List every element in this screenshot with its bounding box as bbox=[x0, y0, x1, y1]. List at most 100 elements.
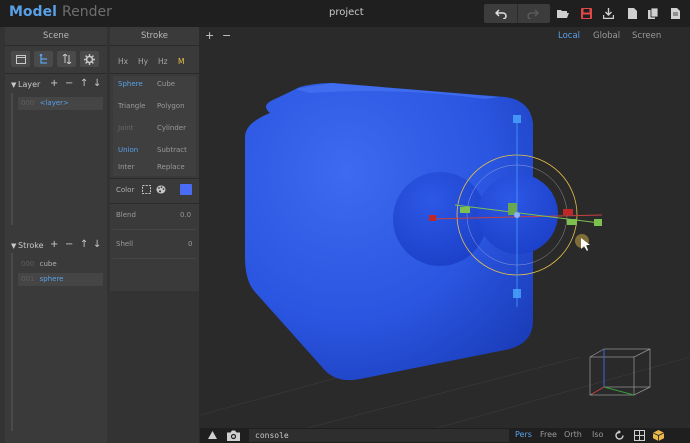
stroke-move-down-button[interactable]: ↓ bbox=[93, 240, 101, 250]
stroke-name: sphere bbox=[39, 275, 64, 283]
scene-canvas[interactable] bbox=[200, 27, 690, 430]
grid-toggle-button[interactable] bbox=[634, 430, 645, 443]
model-tab[interactable]: Model bbox=[9, 4, 57, 20]
stroke-section-title: Stroke bbox=[18, 241, 44, 250]
divider bbox=[110, 203, 199, 204]
save-icon bbox=[580, 8, 592, 19]
stroke-move-up-button[interactable]: ↑ bbox=[80, 240, 88, 250]
layer-list-scrollbar[interactable] bbox=[11, 93, 13, 225]
blend-value[interactable]: 0.0 bbox=[180, 211, 191, 219]
bottom-bar: console Pers Free Orth Iso bbox=[200, 428, 690, 443]
screenshot-button[interactable] bbox=[227, 430, 240, 443]
rotate-icon bbox=[615, 430, 624, 440]
duplicate-button[interactable] bbox=[646, 4, 660, 23]
layer-collapse-icon[interactable]: ▼ bbox=[11, 80, 16, 90]
layer-name: <layer> bbox=[39, 99, 69, 107]
stroke-panel: Stroke Hx Hy Hz M Sphere Cube Triangle P… bbox=[110, 27, 199, 291]
projection-isometric[interactable]: Iso bbox=[592, 430, 603, 439]
cube-icon bbox=[652, 430, 665, 441]
stroke-add-button[interactable]: + bbox=[50, 240, 58, 250]
object-view-button[interactable] bbox=[652, 430, 665, 443]
tab-mirror[interactable]: M bbox=[178, 57, 184, 66]
tab-hy[interactable]: Hy bbox=[138, 57, 148, 66]
shape-polygon[interactable]: Polygon bbox=[157, 102, 185, 110]
stroke-list-scrollbar[interactable] bbox=[11, 253, 13, 431]
open-folder-button[interactable] bbox=[556, 4, 570, 23]
projection-perspective[interactable]: Pers bbox=[515, 430, 532, 439]
divider bbox=[110, 45, 199, 46]
project-title: project bbox=[329, 7, 364, 18]
list-item[interactable]: 000 <layer> bbox=[18, 97, 103, 110]
left-panel: Scene ▼ Layer + − ↑ ↓ 000 <layer> ▼ Stro… bbox=[0, 27, 199, 443]
console-input[interactable]: console bbox=[249, 429, 509, 442]
palette-icon bbox=[156, 185, 166, 194]
stroke-index: 001 bbox=[21, 275, 35, 283]
list-item[interactable]: 000 cube bbox=[18, 258, 103, 271]
hierarchy-icon bbox=[39, 54, 47, 64]
projection-orthographic[interactable]: Orth bbox=[564, 430, 582, 439]
divider bbox=[110, 73, 199, 74]
grid-icon bbox=[634, 430, 645, 441]
projection-free[interactable]: Free bbox=[540, 430, 557, 439]
reset-view-button[interactable] bbox=[614, 430, 625, 443]
window-icon bbox=[15, 54, 26, 64]
shape-cube[interactable]: Cube bbox=[157, 80, 175, 88]
render-tab[interactable]: Render bbox=[62, 4, 112, 20]
tab-hz[interactable]: Hz bbox=[158, 57, 168, 66]
hierarchy-button[interactable] bbox=[34, 51, 53, 67]
shell-value[interactable]: 0 bbox=[188, 240, 192, 248]
document-icon bbox=[670, 8, 680, 19]
shell-slider-track[interactable] bbox=[113, 258, 196, 259]
eyedropper-button[interactable] bbox=[142, 185, 151, 196]
divider bbox=[5, 73, 107, 74]
op-replace[interactable]: Replace bbox=[157, 163, 185, 171]
redo-button[interactable] bbox=[522, 4, 544, 23]
undo-button[interactable] bbox=[490, 4, 512, 23]
blend-slider-track[interactable] bbox=[113, 229, 196, 230]
tab-hx[interactable]: Hx bbox=[118, 57, 128, 66]
undo-icon bbox=[495, 8, 507, 19]
op-subtract[interactable]: Subtract bbox=[157, 146, 187, 154]
export-button[interactable] bbox=[601, 4, 615, 23]
3d-viewport[interactable]: + − Local Global Screen bbox=[200, 27, 690, 430]
selection-box-icon bbox=[142, 185, 151, 194]
stroke-panel-title: Stroke bbox=[140, 31, 169, 41]
copy-icon bbox=[647, 8, 658, 19]
op-union[interactable]: Union bbox=[118, 146, 138, 154]
stroke-remove-button[interactable]: − bbox=[65, 240, 73, 250]
new-file-button[interactable] bbox=[625, 4, 639, 23]
folder-open-icon bbox=[557, 9, 569, 18]
file-icon bbox=[627, 8, 637, 19]
layer-remove-button[interactable]: − bbox=[65, 79, 73, 89]
op-intersect[interactable]: Inter bbox=[118, 163, 134, 171]
scene-panel: Scene ▼ Layer + − ↑ ↓ 000 <layer> ▼ Stro… bbox=[5, 27, 107, 443]
top-bar: Model Render project bbox=[0, 0, 690, 27]
layer-move-down-button[interactable]: ↓ bbox=[93, 79, 101, 89]
redo-icon bbox=[527, 8, 539, 19]
orientation-cube[interactable] bbox=[589, 348, 651, 396]
stroke-collapse-icon[interactable]: ▼ bbox=[11, 241, 16, 251]
color-swatch[interactable] bbox=[180, 184, 192, 195]
stroke-name: cube bbox=[39, 260, 57, 268]
shape-sphere[interactable]: Sphere bbox=[118, 80, 143, 88]
shape-triangle[interactable]: Triangle bbox=[118, 102, 146, 110]
undo-redo-divider bbox=[517, 4, 518, 23]
document-button[interactable] bbox=[668, 4, 682, 23]
settings-button[interactable] bbox=[80, 51, 99, 67]
shell-label: Shell bbox=[116, 240, 134, 248]
shape-cylinder[interactable]: Cylinder bbox=[157, 124, 186, 132]
layer-add-button[interactable]: + bbox=[50, 79, 58, 89]
palette-button[interactable] bbox=[156, 185, 166, 196]
divider bbox=[110, 178, 199, 179]
console-toggle-button[interactable] bbox=[208, 431, 217, 441]
view-mode-button[interactable] bbox=[11, 51, 30, 67]
stroke-index: 000 bbox=[21, 260, 35, 268]
shape-joint[interactable]: Joint bbox=[118, 124, 133, 132]
list-item[interactable]: 001 sphere bbox=[18, 273, 103, 286]
save-button[interactable] bbox=[579, 4, 593, 23]
sort-button[interactable] bbox=[57, 51, 76, 67]
mouse-cursor bbox=[575, 234, 590, 251]
layer-move-up-button[interactable]: ↑ bbox=[80, 79, 88, 89]
download-icon bbox=[602, 8, 614, 19]
color-label: Color bbox=[116, 186, 135, 194]
